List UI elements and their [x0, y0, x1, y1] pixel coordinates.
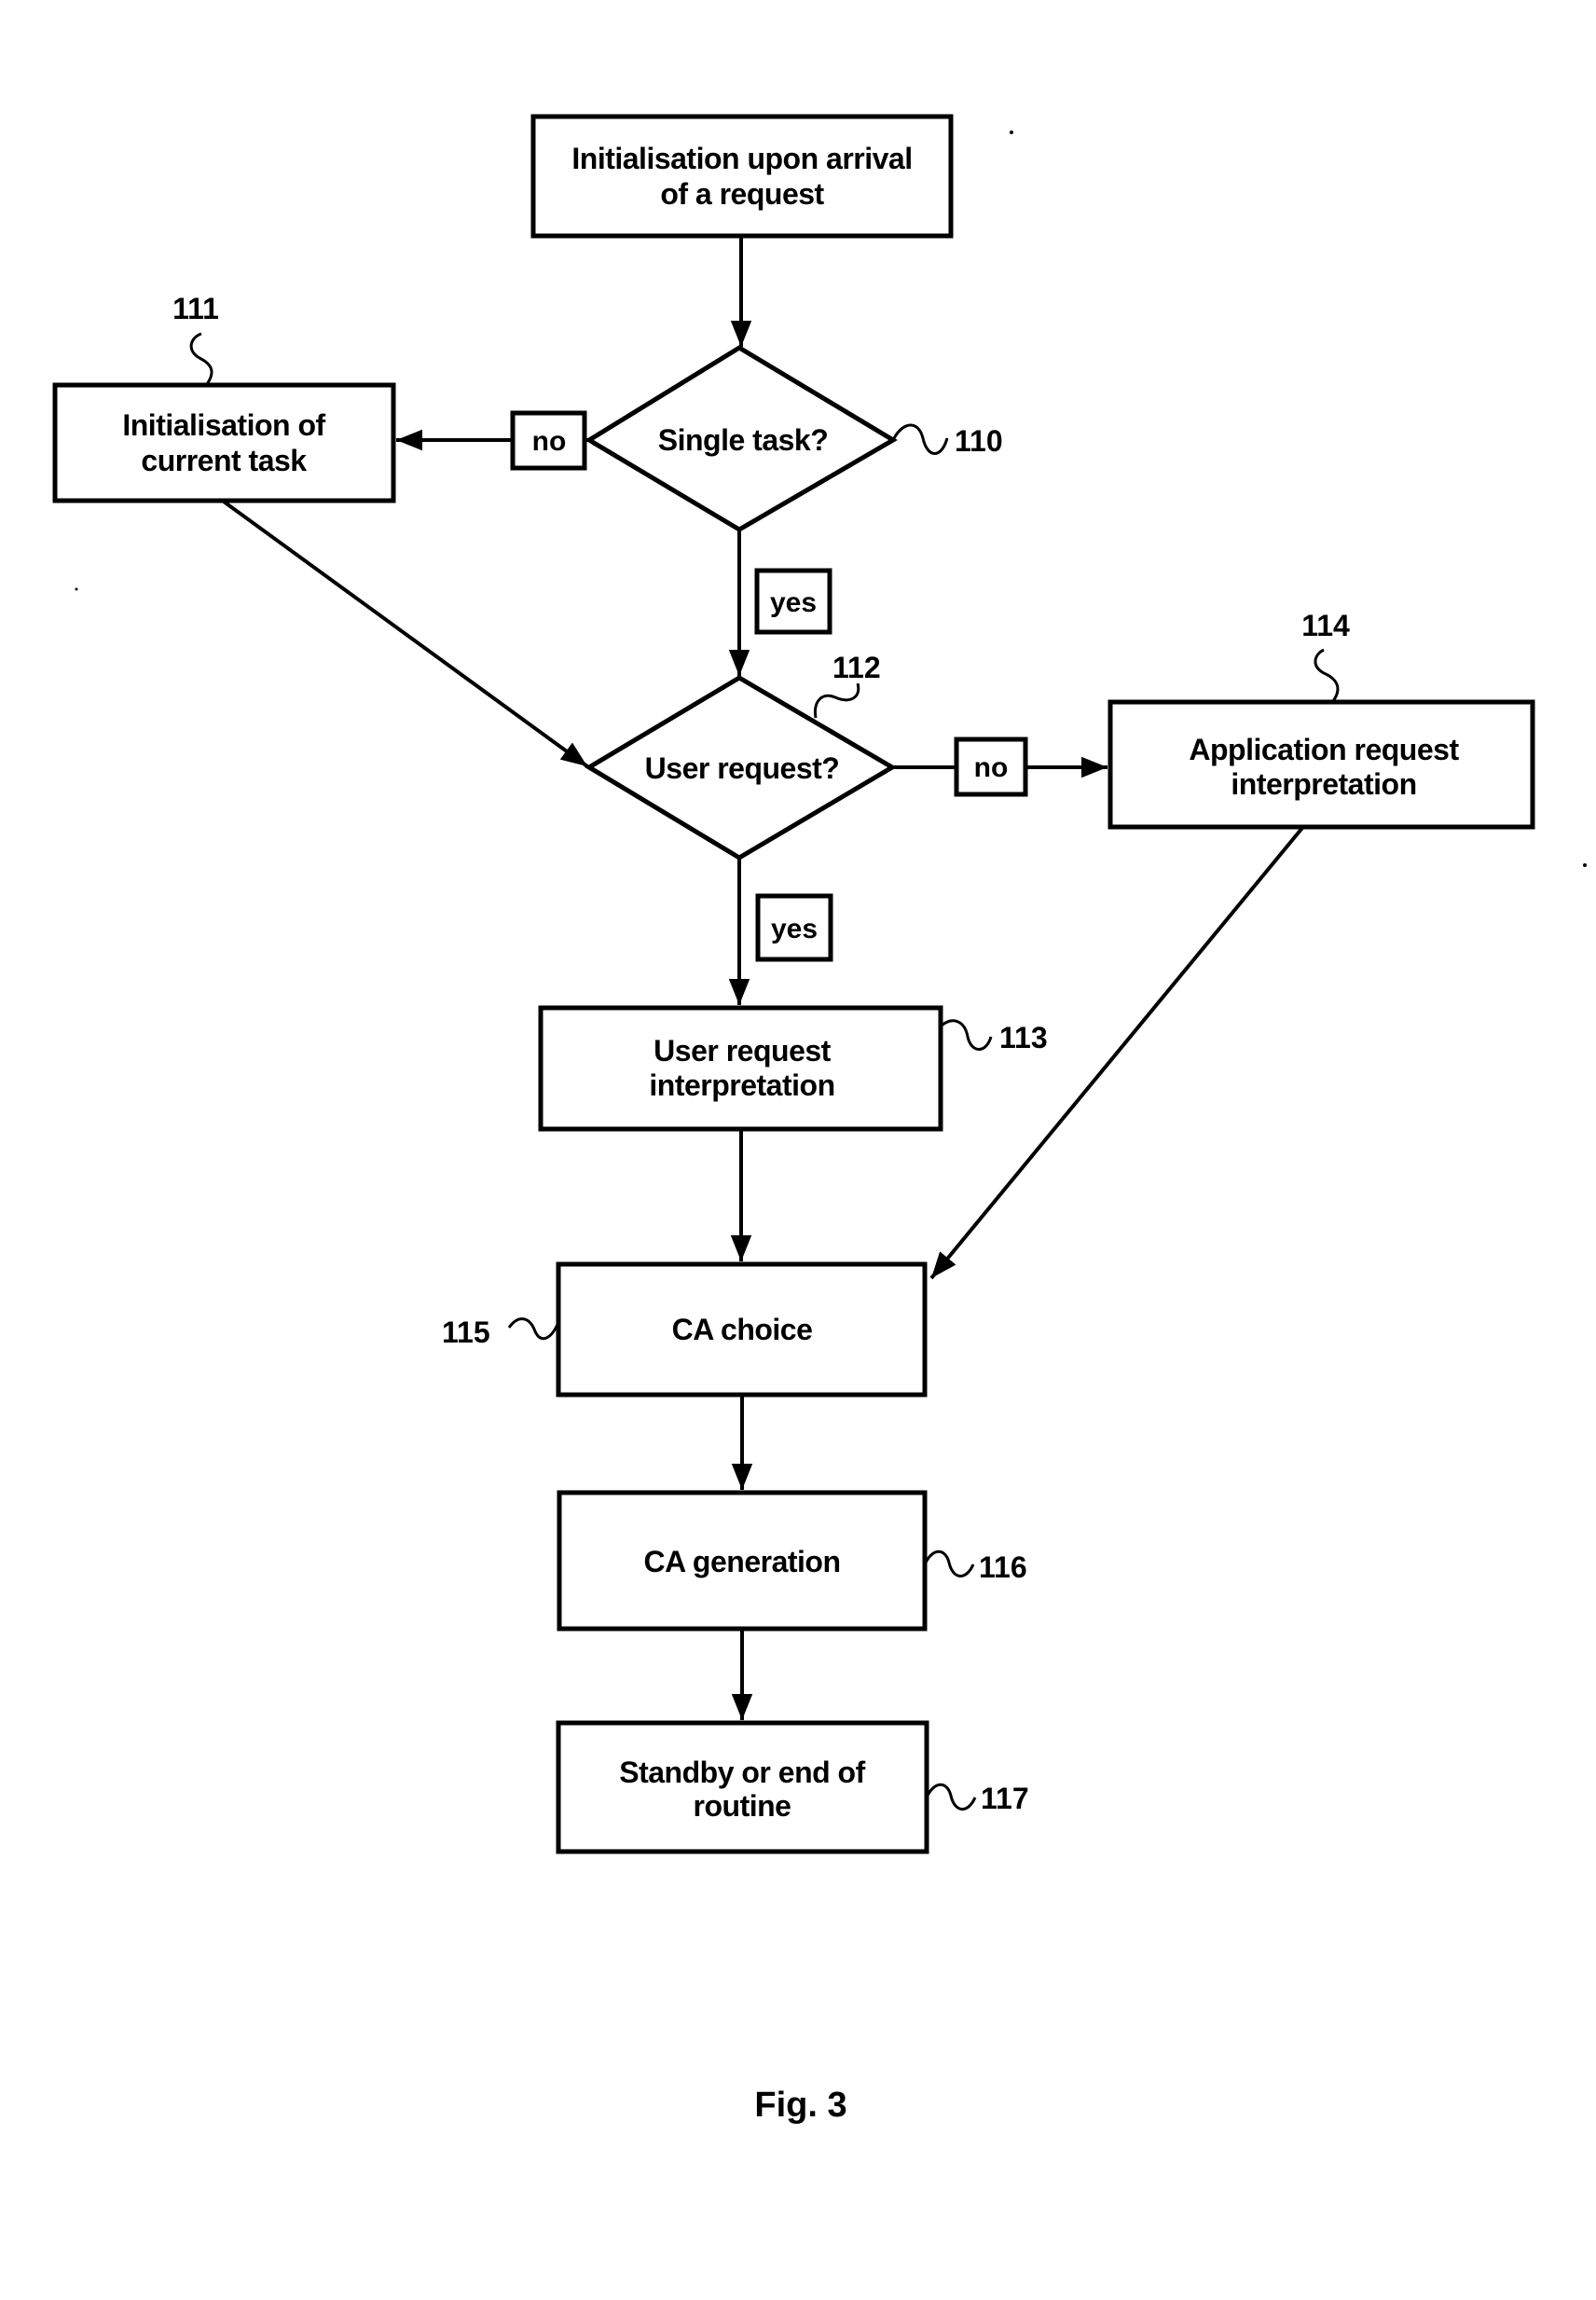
decision-110: Single task? 110 [585, 345, 1003, 532]
node-113-line2: interpretation [649, 1068, 834, 1102]
tag-d112-no-text: no [974, 752, 1009, 783]
decision-112: User request? 112 [585, 651, 897, 861]
node-start-line1: Initialisation upon arrival [571, 142, 912, 175]
edge-b111-to-d112 [222, 500, 589, 768]
ref-113-leader [941, 1019, 993, 1051]
node-start-line2: of a request [660, 177, 824, 211]
decision-112-text: User request? [645, 751, 840, 785]
ref-110-label: 110 [955, 424, 1003, 458]
node-114: Application request interpretation 114 [1108, 609, 1535, 830]
ref-114-label: 114 [1301, 609, 1350, 642]
ref-114-leader [1314, 648, 1340, 702]
tag-d112-yes-text: yes [771, 914, 818, 944]
node-111-line1: Initialisation of [122, 408, 325, 442]
node-111: Initialisation of current task 111 [52, 292, 396, 503]
ref-117-leader [925, 1783, 977, 1811]
ref-115-label: 115 [442, 1315, 490, 1349]
ref-116-label: 116 [979, 1550, 1027, 1584]
tag-d112-no: no [954, 737, 1028, 797]
tag-d110-no: no [510, 410, 587, 471]
ref-111-label: 111 [172, 292, 219, 325]
node-114-line2: interpretation [1231, 767, 1416, 801]
ref-112-leader [813, 682, 860, 719]
scan-speck [1010, 131, 1013, 134]
node-115: CA choice 115 [442, 1261, 928, 1398]
ref-111-leader [189, 332, 213, 385]
node-117: Standby or end of routine 117 [556, 1720, 1029, 1854]
node-113: User request interpretation 113 [538, 1005, 1048, 1132]
node-start: Initialisation upon arrival of a request [530, 114, 954, 239]
node-116: CA generation 116 [557, 1490, 1027, 1632]
ref-110-leader [891, 423, 949, 455]
figure-caption: Fig. 3 [754, 2086, 846, 2125]
ref-115-leader [507, 1317, 560, 1341]
node-113-line1: User request [654, 1034, 831, 1067]
node-117-line2: routine [694, 1789, 791, 1823]
ref-112-label: 112 [832, 651, 881, 684]
scan-speck [1583, 863, 1587, 867]
edge-b114-to-b115 [929, 826, 1304, 1280]
node-111-line2: current task [141, 444, 307, 477]
tag-d112-yes: yes [755, 893, 833, 962]
ref-117-label: 117 [981, 1782, 1029, 1815]
node-115-text: CA choice [672, 1313, 813, 1346]
decision-110-text: Single task? [658, 423, 829, 457]
ref-113-label: 113 [999, 1021, 1048, 1054]
node-114-line1: Application request [1189, 733, 1459, 766]
tag-d110-no-text: no [532, 426, 567, 457]
flowchart-diagram: Initialisation upon arrival of a request… [52, 114, 1587, 2125]
node-116-text: CA generation [644, 1545, 841, 1578]
tag-d110-yes-text: yes [770, 587, 817, 618]
tag-d110-yes: yes [754, 568, 832, 635]
ref-116-leader [923, 1549, 975, 1577]
scan-speck [75, 587, 78, 591]
node-117-line1: Standby or end of [619, 1756, 865, 1789]
